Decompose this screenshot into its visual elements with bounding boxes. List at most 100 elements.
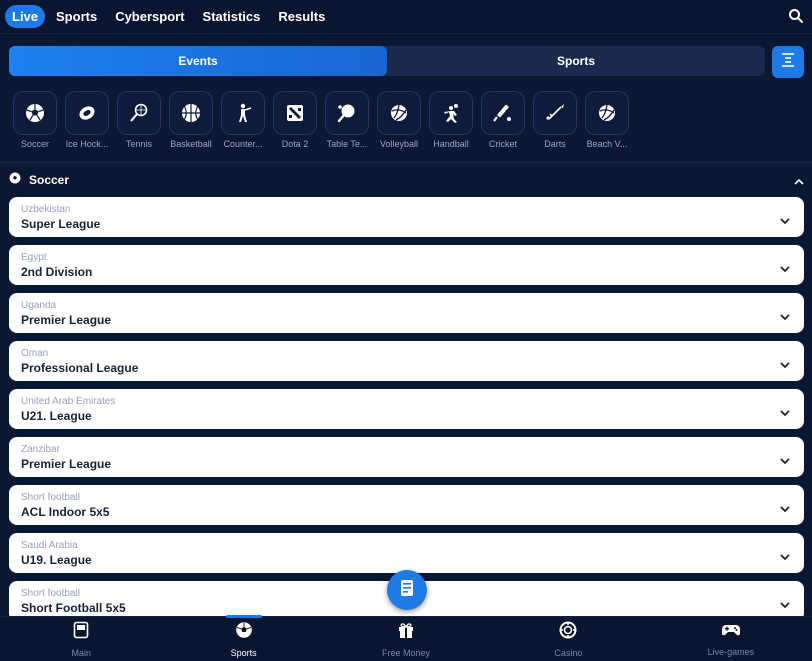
league-list: Uzbekistan Super League Egypt 2nd Divisi… bbox=[9, 197, 804, 629]
sport-label: Volleyball bbox=[379, 139, 419, 149]
league-item[interactable]: Zanzibar Premier League bbox=[9, 437, 804, 477]
ping-pong-icon bbox=[325, 91, 369, 135]
nav-live[interactable]: Live bbox=[5, 5, 46, 28]
dota-icon bbox=[273, 91, 317, 135]
league-country: Saudi Arabia bbox=[21, 540, 78, 551]
soccer-ball-icon bbox=[13, 91, 57, 135]
sport-label: Handball bbox=[433, 139, 469, 149]
league-name: U19. League bbox=[21, 553, 92, 567]
sport-label: Soccer bbox=[20, 139, 49, 149]
bottom-nav-label: Casino bbox=[554, 647, 583, 658]
sport-table-tennis[interactable]: Table Te... bbox=[321, 91, 373, 151]
bottom-nav-casino[interactable]: Casino bbox=[487, 617, 649, 661]
league-country: Short football bbox=[21, 492, 80, 503]
bottom-nav: Main Sports Free Money Casino Live-games bbox=[0, 615, 812, 661]
league-item[interactable]: Uzbekistan Super League bbox=[9, 197, 804, 237]
sport-volleyball[interactable]: Volleyball bbox=[373, 91, 425, 151]
search-icon[interactable] bbox=[788, 8, 804, 24]
sport-label: Beach V... bbox=[586, 139, 628, 149]
sport-dota-2[interactable]: Dota 2 bbox=[269, 91, 321, 151]
sport-cricket[interactable]: Cricket bbox=[477, 91, 529, 151]
sport-handball[interactable]: Handball bbox=[425, 91, 477, 151]
sport-tennis[interactable]: Tennis bbox=[113, 91, 165, 151]
sport-darts[interactable]: Darts bbox=[529, 91, 581, 151]
section-title: Soccer bbox=[29, 173, 70, 187]
bottom-nav-label: Main bbox=[71, 647, 91, 658]
tab-sports[interactable]: Sports bbox=[387, 46, 765, 76]
tennis-racket-icon bbox=[117, 91, 161, 135]
bottom-nav-live-games[interactable]: Live-games bbox=[650, 617, 812, 661]
chevron-down-icon bbox=[780, 404, 790, 422]
chevron-down-icon bbox=[780, 596, 790, 614]
sport-label: Tennis bbox=[125, 139, 152, 149]
nav-results[interactable]: Results bbox=[271, 5, 332, 28]
volleyball-icon bbox=[377, 91, 421, 135]
gift-icon bbox=[397, 621, 415, 644]
nav-cybersport[interactable]: Cybersport bbox=[108, 5, 191, 28]
handball-icon bbox=[429, 91, 473, 135]
gamepad-icon bbox=[721, 622, 741, 643]
counter-strike-icon bbox=[221, 91, 265, 135]
league-item[interactable]: Egypt 2nd Division bbox=[9, 245, 804, 285]
sport-filter-row: Soccer Ice Hock... Tennis Basketball Cou… bbox=[9, 91, 633, 151]
league-country: Uganda bbox=[21, 300, 57, 311]
bet-slip-button[interactable] bbox=[387, 570, 427, 610]
ticket-icon bbox=[398, 578, 416, 603]
sport-label: Counter... bbox=[223, 139, 263, 149]
casino-chip-icon bbox=[559, 621, 577, 644]
league-item[interactable]: Oman Professional League bbox=[9, 341, 804, 381]
sport-label: Ice Hock... bbox=[65, 139, 109, 149]
sport-counter-strike[interactable]: Counter... bbox=[217, 91, 269, 151]
league-name: Premier League bbox=[21, 313, 112, 327]
league-country: Oman bbox=[21, 348, 49, 359]
chevron-down-icon bbox=[780, 452, 790, 470]
league-country: Egypt bbox=[21, 252, 47, 263]
filter-icon bbox=[780, 52, 796, 73]
chevron-down-icon bbox=[780, 212, 790, 230]
league-name: U21. League bbox=[21, 409, 92, 423]
sport-label: Basketball bbox=[170, 139, 212, 149]
bottom-nav-label: Free Money bbox=[382, 647, 431, 658]
league-country: United Arab Emirates bbox=[21, 396, 116, 407]
section-header[interactable]: Soccer bbox=[9, 170, 804, 190]
sport-beach-volleyball[interactable]: Beach V... bbox=[581, 91, 633, 151]
league-name: Super League bbox=[21, 217, 101, 231]
basketball-icon bbox=[169, 91, 213, 135]
chevron-down-icon bbox=[780, 500, 790, 518]
league-name: ACL Indoor 5x5 bbox=[21, 505, 110, 519]
sport-label: Table Te... bbox=[326, 139, 368, 149]
league-item[interactable]: Short football ACL Indoor 5x5 bbox=[9, 485, 804, 525]
sport-basketball[interactable]: Basketball bbox=[165, 91, 217, 151]
sport-label: Dota 2 bbox=[281, 139, 309, 149]
filter-button[interactable] bbox=[772, 46, 804, 78]
cricket-icon bbox=[481, 91, 525, 135]
league-country: Uzbekistan bbox=[21, 204, 71, 215]
sport-soccer[interactable]: Soccer bbox=[9, 91, 61, 151]
chevron-down-icon bbox=[780, 260, 790, 278]
chevron-down-icon bbox=[780, 308, 790, 326]
chevron-up-icon[interactable] bbox=[794, 173, 804, 191]
darts-icon bbox=[533, 91, 577, 135]
nav-statistics[interactable]: Statistics bbox=[196, 5, 268, 28]
bottom-nav-sports[interactable]: Sports bbox=[162, 615, 324, 661]
league-name: 2nd Division bbox=[21, 265, 93, 279]
chevron-down-icon bbox=[780, 356, 790, 374]
league-name: Premier League bbox=[21, 457, 112, 471]
divider bbox=[0, 162, 812, 163]
sport-label: Darts bbox=[544, 139, 566, 149]
league-item[interactable]: Saudi Arabia U19. League bbox=[9, 533, 804, 573]
league-item[interactable]: Uganda Premier League bbox=[9, 293, 804, 333]
bottom-nav-main[interactable]: Main bbox=[0, 617, 162, 661]
sport-label: Cricket bbox=[488, 139, 517, 149]
bottom-nav-free-money[interactable]: Free Money bbox=[325, 617, 487, 661]
sport-ice-hockey[interactable]: Ice Hock... bbox=[61, 91, 113, 151]
soccer-ball-icon bbox=[235, 621, 253, 644]
league-item[interactable]: United Arab Emirates U21. League bbox=[9, 389, 804, 429]
top-nav: Live Sports Cybersport Statistics Result… bbox=[0, 0, 812, 34]
chevron-down-icon bbox=[780, 548, 790, 566]
soccer-ball-icon bbox=[9, 171, 21, 189]
league-name: Professional League bbox=[21, 361, 139, 375]
tab-events[interactable]: Events bbox=[9, 46, 387, 76]
nav-sports[interactable]: Sports bbox=[49, 5, 104, 28]
league-country: Zanzibar bbox=[21, 444, 60, 455]
